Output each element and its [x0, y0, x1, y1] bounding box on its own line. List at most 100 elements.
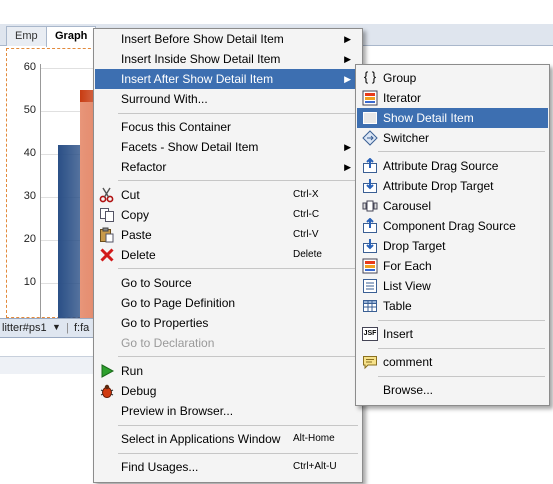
component-drag-icon [363, 218, 377, 233]
submenu-item-iterator[interactable]: Iterator [357, 88, 548, 108]
menu-separator [118, 268, 358, 269]
menu-item-paste[interactable]: Paste Ctrl-V [95, 225, 361, 245]
menu-separator [378, 376, 545, 377]
run-icon [101, 364, 115, 378]
menu-item-label: Cut [121, 188, 140, 202]
menu-item-label: Copy [121, 208, 150, 222]
menu-item-refactor[interactable]: Refactor ▶ [95, 157, 361, 177]
menu-item-select-in-applications-window[interactable]: Select in Applications Window Alt-Home [95, 429, 361, 449]
submenu-item-label: Attribute Drag Source [383, 159, 499, 173]
submenu-item-drop-target[interactable]: Drop Target [357, 236, 548, 256]
submenu-item-component-drag-source[interactable]: Component Drag Source [357, 216, 548, 236]
menu-item-preview-in-browser[interactable]: Preview in Browser... [95, 401, 361, 421]
iterator-icon [362, 90, 378, 106]
menu-item-go-to-source[interactable]: Go to Source [95, 273, 361, 293]
submenu-item-list-view[interactable]: List View [357, 276, 548, 296]
menu-item-copy[interactable]: Copy Ctrl-C [95, 205, 361, 225]
menu-separator [378, 348, 545, 349]
menu-item-cut[interactable]: Cut Ctrl-X [95, 185, 361, 205]
menu-item-focus-container[interactable]: Focus this Container [95, 117, 361, 137]
table-icon [363, 300, 377, 312]
menu-separator [378, 320, 545, 321]
submenu-item-show-detail-item[interactable]: Show Detail Item [357, 108, 548, 128]
submenu-item-insert[interactable]: JSF Insert [357, 324, 548, 344]
submenu-item-label: For Each [383, 259, 432, 273]
paste-icon [100, 227, 114, 243]
breadcrumb-item[interactable]: litter#ps1 [2, 322, 47, 334]
debug-icon [100, 384, 114, 398]
submenu-item-group[interactable]: { } Group [357, 68, 548, 88]
submenu-item-switcher[interactable]: Switcher [357, 128, 548, 148]
submenu-arrow-icon: ▶ [344, 142, 351, 152]
list-view-icon [363, 279, 377, 293]
menu-item-go-to-page-definition[interactable]: Go to Page Definition [95, 293, 361, 313]
menu-separator [118, 453, 358, 454]
for-each-icon [362, 258, 378, 274]
shortcut-label: Alt-Home [293, 433, 335, 444]
drop-target-icon [363, 179, 377, 193]
menu-item-label: Insert Inside Show Detail Item [121, 52, 281, 66]
menu-item-go-to-properties[interactable]: Go to Properties [95, 313, 361, 333]
menu-item-label: Delete [121, 248, 156, 262]
submenu-item-label: Browse... [383, 383, 434, 397]
submenu-item-label: List View [383, 279, 431, 293]
menu-item-label: Facets - Show Detail Item [121, 140, 259, 154]
menu-item-label: Run [121, 364, 144, 378]
shortcut-label: Delete [293, 249, 322, 260]
menu-item-debug[interactable]: Debug [95, 381, 361, 401]
submenu-item-for-each[interactable]: For Each [357, 256, 548, 276]
menu-item-run[interactable]: Run [95, 361, 361, 381]
context-menu: Insert Before Show Detail Item ▶ Insert … [93, 28, 363, 483]
submenu-item-label: Switcher [383, 131, 430, 145]
comment-icon [363, 356, 377, 370]
tab-emp-label: Emp [15, 30, 38, 42]
menu-item-label: Go to Declaration [121, 336, 215, 350]
submenu-item-label: Show Detail Item [383, 111, 474, 125]
menu-item-label: Go to Properties [121, 316, 209, 330]
submenu-item-carousel[interactable]: Carousel [357, 196, 548, 216]
menu-item-insert-before[interactable]: Insert Before Show Detail Item ▶ [95, 29, 361, 49]
submenu-item-comment[interactable]: comment [357, 352, 548, 372]
submenu-item-attribute-drag-source[interactable]: Attribute Drag Source [357, 156, 548, 176]
menu-separator [118, 113, 358, 114]
chevron-down-icon[interactable]: ▼ [52, 322, 61, 332]
group-icon: { } [363, 69, 377, 84]
y-tick-20: 20 [23, 233, 36, 245]
copy-icon [100, 208, 114, 222]
shortcut-label: Ctrl-V [293, 229, 319, 240]
submenu-item-label: Carousel [383, 199, 432, 213]
menu-item-label: Find Usages... [121, 460, 199, 474]
submenu-item-table[interactable]: Table [357, 296, 548, 316]
shortcut-label: Ctrl+Alt-U [293, 461, 337, 472]
menu-separator [118, 180, 358, 181]
menu-item-label: Insert After Show Detail Item [121, 72, 274, 86]
submenu-arrow-icon: ▶ [344, 74, 351, 84]
tab-graph-label: Graph [55, 30, 88, 42]
gridline [40, 68, 100, 69]
breadcrumb-divider: | [66, 322, 69, 334]
y-tick-40: 40 [23, 147, 36, 159]
show-detail-item-icon [363, 112, 377, 124]
y-tick-30: 30 [23, 190, 36, 202]
submenu-item-browse[interactable]: Browse... [357, 380, 548, 400]
submenu-item-attribute-drop-target[interactable]: Attribute Drop Target [357, 176, 548, 196]
menu-item-label: Surround With... [121, 92, 208, 106]
menu-item-insert-after[interactable]: Insert After Show Detail Item ▶ [95, 69, 361, 89]
menu-item-delete[interactable]: Delete Delete [95, 245, 361, 265]
menu-separator [118, 356, 358, 357]
menu-item-surround-with[interactable]: Surround With... [95, 89, 361, 109]
menu-item-find-usages[interactable]: Find Usages... Ctrl+Alt-U [95, 457, 361, 477]
tab-graph[interactable]: Graph [46, 26, 97, 47]
menu-separator [378, 151, 545, 152]
menu-item-insert-inside[interactable]: Insert Inside Show Detail Item ▶ [95, 49, 361, 69]
menu-item-label: Preview in Browser... [121, 404, 234, 418]
breadcrumb-item[interactable]: f:fa [74, 322, 89, 334]
menu-separator [118, 425, 358, 426]
menu-item-label: Insert Before Show Detail Item [121, 32, 284, 46]
menu-item-facets[interactable]: Facets - Show Detail Item ▶ [95, 137, 361, 157]
tab-emp[interactable]: Emp [6, 26, 47, 46]
submenu-arrow-icon: ▶ [344, 34, 351, 44]
submenu-item-label: comment [383, 355, 433, 369]
jsf-insert-icon: JSF [362, 327, 378, 341]
submenu-item-label: Insert [383, 327, 414, 341]
